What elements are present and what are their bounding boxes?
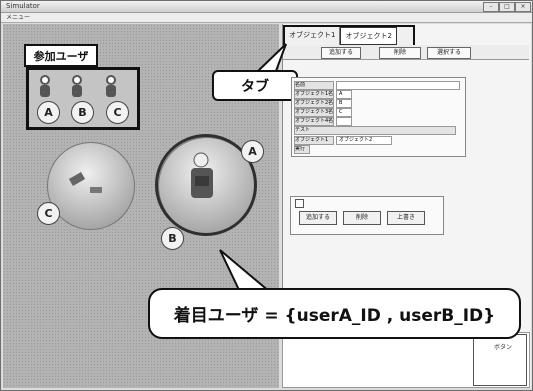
object-form: 名前 オブジェクト1名 A オブジェクト2名 B オブジェクト3名 C オブジェクト4… xyxy=(291,77,466,157)
menu-item[interactable]: メニュー xyxy=(6,13,30,22)
window-title: Simulator xyxy=(6,2,40,10)
user-avatar-icon xyxy=(191,152,213,198)
participants-box: A B C xyxy=(26,67,140,130)
side-button-box[interactable]: ボタン xyxy=(473,334,527,386)
form-dropdown[interactable]: オブジェクト2 xyxy=(336,136,392,145)
participant-c[interactable]: C xyxy=(106,101,129,124)
tab-callout: タブ xyxy=(212,70,298,101)
object-icon xyxy=(68,172,102,193)
participants-label: 参加ユーザ xyxy=(24,44,98,67)
menu-bar: メニュー xyxy=(1,13,532,23)
form-label: 名前 xyxy=(294,81,334,90)
user-figures-icon xyxy=(40,75,116,97)
tab-object1[interactable]: オブジェクト1 xyxy=(285,27,341,45)
form-value[interactable]: A xyxy=(336,90,352,99)
panel-button-add[interactable]: 追加する xyxy=(299,211,337,225)
participant-a[interactable]: A xyxy=(37,101,60,124)
focus-user-callout: 着目ユーザ = {userA_ID , userB_ID} xyxy=(148,288,521,339)
toolbar-button-add[interactable]: 追加する xyxy=(321,47,361,59)
form-label: テスト xyxy=(294,126,456,135)
form-label: オブジェクト1名 xyxy=(294,90,334,99)
title-bar: Simulator – □ × xyxy=(1,1,532,13)
close-button[interactable]: × xyxy=(515,2,531,12)
form-value[interactable]: B xyxy=(336,99,352,108)
toolbar-button-delete[interactable]: 削除 xyxy=(379,47,421,59)
form-label: オブジェクト4名 xyxy=(294,117,334,126)
tab-callout-pointer xyxy=(255,43,287,72)
tab-bar: オブジェクト1 オブジェクト2 xyxy=(283,25,415,47)
checkbox[interactable] xyxy=(295,199,304,208)
form-value[interactable]: C xyxy=(336,108,352,117)
form-label: 実行 xyxy=(294,145,310,154)
maximize-button[interactable]: □ xyxy=(499,2,515,12)
group-member-b[interactable]: B xyxy=(161,227,184,250)
form-label: オブジェクト2名 xyxy=(294,99,334,108)
minimize-button[interactable]: – xyxy=(483,2,499,12)
group-member-a[interactable]: A xyxy=(241,140,264,163)
toolbar: 追加する 削除 選択する xyxy=(283,45,529,60)
name-dropdown[interactable] xyxy=(336,81,460,90)
tab-object2[interactable]: オブジェクト2 xyxy=(340,27,397,45)
form-value[interactable] xyxy=(336,117,352,126)
form-label: オブジェクト1 xyxy=(294,136,334,145)
group-member-c[interactable]: C xyxy=(37,202,60,225)
action-panel: 追加する 削除 上書き xyxy=(290,196,444,235)
participant-b[interactable]: B xyxy=(71,101,94,124)
side-button-label: ボタン xyxy=(494,344,513,351)
panel-button-delete[interactable]: 削除 xyxy=(343,211,381,225)
form-label: オブジェクト3名 xyxy=(294,108,334,117)
panel-button-overwrite[interactable]: 上書き xyxy=(387,211,425,225)
toolbar-button-select[interactable]: 選択する xyxy=(427,47,471,59)
